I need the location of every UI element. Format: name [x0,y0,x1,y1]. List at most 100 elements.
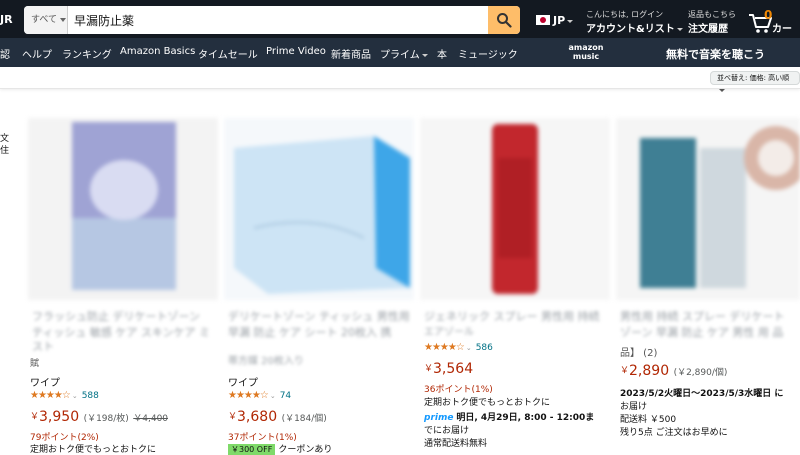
product-title-line[interactable]: 男性用 持続 スプレー デリケート [620,310,798,324]
rating-stars[interactable]: ★★★★☆ ⌄ 588 [30,390,99,401]
nav-item-amazon-basics[interactable]: Amazon Basics [120,46,195,57]
chevron-down-icon [421,53,428,57]
amazon-logo[interactable]: JR [0,13,13,26]
delivery-date: 明日, 4月29日, 8:00 - 12:00ま [456,413,595,423]
star-icons: ★★★★☆ [30,390,71,401]
search-category-label: すべて [31,15,58,25]
nav-item-new-releases[interactable]: 新着商品 [331,46,371,61]
chevron-down-icon [567,19,574,23]
subscription-note: 定期おトク便でもっとおトクに [424,398,551,408]
product-image[interactable] [224,118,414,300]
stock-warning: 残り5点 ご注文はお早めに [620,428,728,438]
language-label: JP [553,14,566,27]
list-price: ￥4,400 [133,414,169,424]
product-title-line[interactable]: ティッシュ 敏感 ケア スキンケア ミスト [32,326,214,354]
product-title-tail[interactable]: 帯方媒 20枚入り [228,355,410,369]
product-title-tail: 賦 [30,359,40,369]
nav-item-truncated[interactable]: 認 [0,46,10,61]
language-selector[interactable]: JP [536,14,574,27]
account-lists-label: アカウント&リスト [586,24,675,35]
delivery-row: prime 明日, 4月29日, 8:00 - 12:00ま [424,410,594,423]
price-value: 3,680 [237,409,278,425]
nav-item-ranking[interactable]: ランキング [62,46,112,61]
product-image[interactable] [420,118,610,300]
delivery-date: 2023/5/2火曜日～2023/5/3水曜日 に [620,389,784,399]
chevron-down-icon: ⌄ [465,344,472,352]
account-menu[interactable]: こんにちは, ログイン アカウント&リスト [586,9,683,35]
sort-label: 並べ替え: 価格: 高い順 [717,74,790,82]
chevron-down-icon: ⌄ [71,392,78,400]
price-value: 2,890 [629,363,670,379]
orders-link[interactable]: 返品もこちら 注文履歴 [688,9,736,35]
product-title-line[interactable]: ゾーン 早漏 防止 ケア 男性 用 品 [620,326,798,340]
rating-stars[interactable]: ★★★★☆ ⌄ 74 [228,390,291,401]
product-title-line[interactable]: デリケートゾーン ティッシュ 男性用 [228,310,410,324]
delivery-tail: でにお届け [424,426,470,436]
japan-flag-icon [536,15,550,25]
rating-stars[interactable]: ★★★★☆ ⌄ 586 [424,342,493,353]
product-price: ￥2,890 (￥2,890/個) [620,363,728,379]
nav-item-timesale[interactable]: タイムセール [198,46,258,61]
product-title-line[interactable]: 早漏 防止 ケア シート 20枚入 携 [228,326,410,340]
orders-label: 注文履歴 [688,24,728,35]
product-card[interactable]: フラッシュ防止 デリケートゾーン ティッシュ 敏感 ケア スキンケア ミスト 賦… [28,118,218,455]
chevron-down-icon [719,88,725,92]
results-toolbar: 並べ替え: 価格: 高い順 [0,67,800,92]
product-title-line[interactable]: フラッシュ防止 デリケートゾーン [32,310,214,324]
account-greeting: こんにちは, ログイン [586,10,664,19]
star-icons: ★★★★☆ [424,342,465,353]
product-image[interactable] [616,118,800,300]
product-brand: ワイプ [30,378,60,389]
shipping-fee: 通常配送料無料 [424,439,488,449]
product-title-tail[interactable]: 品】 (2) [620,344,657,359]
sidebar-text-2: 住 [0,146,10,156]
subscription-note: 定期おトク便でもっとおトクに [30,445,157,455]
search-button[interactable] [488,6,520,34]
amazon-music-text: amazon music [568,43,604,61]
prime-badge-icon: prime [424,413,454,423]
nav-item-music[interactable]: ミュージック [458,46,518,61]
product-price: ￥3,950 (￥198/枚) ￥4,400 [30,409,169,425]
product-brand: ワイプ [228,378,258,389]
review-count[interactable]: 588 [82,391,99,401]
product-card[interactable]: デリケートゾーン ティッシュ 男性用 早漏 防止 ケア シート 20枚入 携 帯… [224,118,414,455]
points: 36ポイント(1%) [424,385,493,395]
product-card[interactable]: ジェネリック スプレー 男性用 持続 エアゾール ★★★★☆ ⌄ 586 ￥3,56… [420,118,610,450]
product-price: ￥3,564 [424,361,474,377]
product-title-line[interactable]: ジェネリック スプレー 男性用 持続 [424,310,606,324]
unit-price: (￥198/枚) [83,414,129,424]
review-count[interactable]: 74 [280,391,291,401]
search-input[interactable] [68,6,488,34]
unit-price: (￥2,890/個) [673,368,728,378]
cart-button[interactable]: 0 カート [748,8,800,50]
product-brand: エアゾール [424,327,474,338]
star-icons: ★★★★☆ [228,390,269,401]
coupon-text: クーポンあり [278,445,333,455]
top-header: JR すべて JP こんにちは, ログイン アカウント&リスト 返品もこちら 注… [0,0,800,50]
price-value: 3,564 [433,361,474,377]
nav-item-help[interactable]: ヘルプ [22,46,52,61]
nav-item-prime-video[interactable]: Prime Video [266,46,326,57]
nav-bar: 認 ヘルプ ランキング Amazon Basics タイムセール Prime V… [0,38,800,78]
review-count[interactable]: 586 [476,343,493,353]
nav-item-prime-label: プライム [380,50,420,61]
sidebar-text-1: 文 [0,134,10,144]
product-image[interactable] [28,118,218,300]
search-icon [497,13,512,28]
chevron-down-icon [676,27,683,31]
nav-item-prime[interactable]: プライム [380,46,428,61]
chevron-down-icon [60,17,67,22]
search-bar: すべて [24,6,520,34]
coupon-row: ￥300 OFF クーポンあり [228,442,332,455]
product-price: ￥3,680 (￥184/個) [228,409,327,425]
product-card[interactable]: 男性用 持続 スプレー デリケート ゾーン 早漏 防止 ケア 男性 用 品 品】… [616,118,800,450]
nav-item-books[interactable]: 本 [437,46,447,61]
price-value: 3,950 [39,409,80,425]
search-category-dropdown[interactable]: すべて [24,6,68,34]
unit-price: (￥184/個) [281,414,327,424]
left-sidebar-fragment: 文 住 [0,133,9,157]
music-promo-link[interactable]: 無料で音楽を聴こう [666,46,765,62]
chevron-down-icon: ⌄ [269,392,276,400]
delivery-tail: お届け [620,402,648,412]
sort-dropdown[interactable]: 並べ替え: 価格: 高い順 [710,71,800,92]
